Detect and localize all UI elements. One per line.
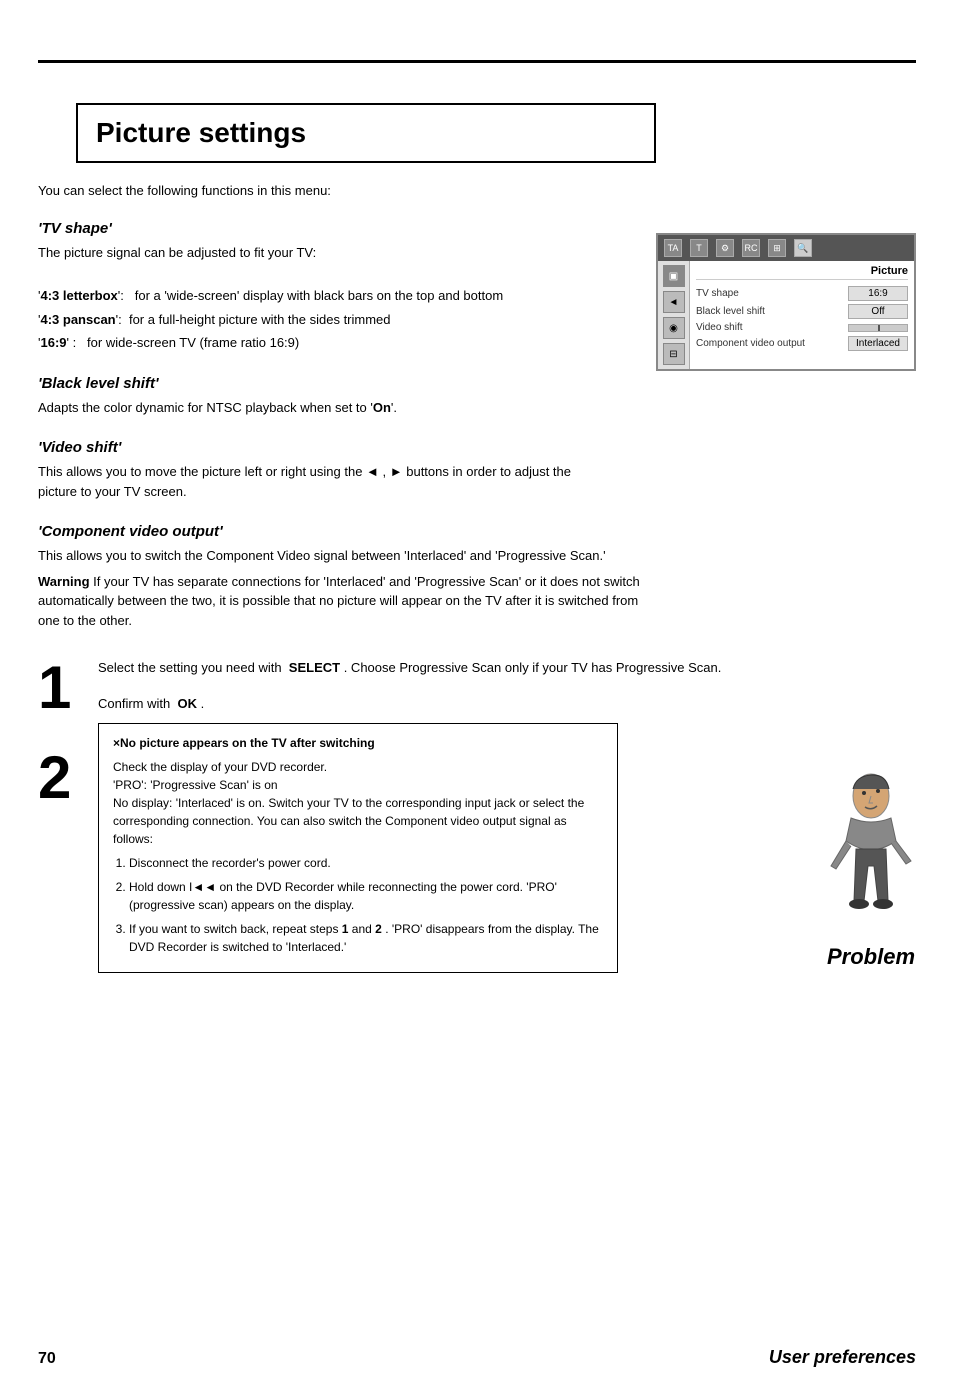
menu-row-tv-shape-label: TV shape (696, 288, 739, 299)
warning-line-1: Check the display of your DVD recorder. (113, 758, 603, 776)
steps-area: 1 2 Select the setting you need with SEL… (38, 658, 916, 989)
step-number-1: 1 (38, 658, 98, 718)
section-video-shift: 'Video shift' This allows you to move th… (38, 439, 916, 501)
warning-item-1: Disconnect the recorder's power cord. (129, 854, 603, 872)
section-component-body: This allows you to switch the Component … (38, 546, 658, 630)
section-component-video: 'Component video output' This allows you… (38, 523, 916, 630)
page-title: Picture settings (96, 117, 636, 149)
menu-row-video-shift-slider (848, 324, 908, 332)
menu-left-icon-1: ▣ (663, 265, 685, 287)
menu-left-icon-3: ◉ (663, 317, 685, 339)
menu-row-black-level: Black level shift Off (696, 304, 908, 319)
menu-icon-1: TA (664, 239, 682, 257)
page-number: 70 (38, 1350, 56, 1368)
menu-icon-2: T (690, 239, 708, 257)
warning-item-2: Hold down I◄◄ on the DVD Recorder while … (129, 878, 603, 914)
menu-row-tv-shape-value: 16:9 (848, 286, 908, 301)
problem-label: Problem (816, 940, 926, 973)
person-illustration: Problem (816, 771, 926, 974)
section-black-level-body: Adapts the color dynamic for NTSC playba… (38, 398, 608, 418)
warning-line-3: No display: 'Interlaced' is on. Switch y… (113, 794, 603, 848)
intro-text: You can select the following functions i… (38, 183, 916, 198)
tv-shape-line-1: The picture signal can be adjusted to fi… (38, 243, 608, 263)
component-line-1: This allows you to switch the Component … (38, 546, 658, 566)
section-component-title: 'Component video output' (38, 523, 916, 540)
section-video-shift-title: 'Video shift' (38, 439, 916, 456)
section-black-level: 'Black level shift' Adapts the color dyn… (38, 375, 916, 418)
menu-row-black-level-label: Black level shift (696, 306, 765, 317)
footer: 70 User preferences (38, 1347, 916, 1368)
menu-icon-6: 🔍 (794, 239, 812, 257)
black-level-line-1: Adapts the color dynamic for NTSC playba… (38, 398, 608, 418)
step-1-text: Select the setting you need with SELECT … (98, 658, 916, 678)
tv-shape-line-4: '16:9' : for wide-screen TV (frame ratio… (38, 333, 608, 353)
step-2-text: Confirm with OK . ×No picture appears on… (98, 694, 916, 974)
content-area: TA T ⚙ RC ⊞ 🔍 ▣ ◄ ◉ ⊟ Picture TV s (38, 183, 916, 989)
title-box: Picture settings (76, 103, 656, 163)
section-video-shift-body: This allows you to move the picture left… (38, 462, 608, 501)
menu-panel: TA T ⚙ RC ⊞ 🔍 ▣ ◄ ◉ ⊟ Picture TV s (656, 233, 916, 371)
section-black-level-title: 'Black level shift' (38, 375, 916, 392)
menu-icon-5: ⊞ (768, 239, 786, 257)
menu-left-icon-4: ⊟ (663, 343, 685, 365)
section-label: User preferences (769, 1347, 916, 1368)
tv-shape-line-2: '4:3 letterbox': for a 'wide-screen' dis… (38, 286, 608, 306)
section-tv-shape-body: The picture signal can be adjusted to fi… (38, 243, 608, 353)
warning-area: ×No picture appears on the TV after swit… (98, 723, 916, 973)
warning-box-title: ×No picture appears on the TV after swit… (113, 734, 603, 752)
menu-row-video-shift: Video shift (696, 322, 908, 333)
page: Picture settings TA T ⚙ RC ⊞ 🔍 ▣ ◄ ◉ ⊟ (0, 60, 954, 1398)
top-rule (38, 60, 916, 63)
menu-left-icon-2: ◄ (663, 291, 685, 313)
menu-header: TA T ⚙ RC ⊞ 🔍 (658, 235, 914, 261)
step-number-2: 2 (38, 748, 98, 808)
warning-box: ×No picture appears on the TV after swit… (98, 723, 618, 973)
menu-row-component-label: Component video output (696, 338, 805, 349)
menu-icon-3: ⚙ (716, 239, 734, 257)
menu-row-component: Component video output Interlaced (696, 336, 908, 351)
menu-row-black-level-value: Off (848, 304, 908, 319)
step-numbers-col: 1 2 (38, 658, 98, 989)
menu-row-tv-shape: TV shape 16:9 (696, 286, 908, 301)
menu-right-col: Picture TV shape 16:9 Black level shift … (690, 261, 914, 369)
video-shift-line-1: This allows you to move the picture left… (38, 462, 608, 501)
menu-sidebar: ▣ ◄ ◉ ⊟ Picture TV shape 16:9 Black leve… (658, 261, 914, 369)
menu-panel-title: Picture (696, 265, 908, 280)
warning-item-3: If you want to switch back, repeat steps… (129, 920, 603, 956)
warning-list: Disconnect the recorder's power cord. Ho… (129, 854, 603, 956)
menu-row-video-shift-label: Video shift (696, 322, 743, 333)
steps-text-col: Select the setting you need with SELECT … (98, 658, 916, 989)
menu-left-col: ▣ ◄ ◉ ⊟ (658, 261, 690, 369)
tv-shape-line-3: '4:3 panscan': for a full-height picture… (38, 310, 608, 330)
menu-row-component-value: Interlaced (848, 336, 908, 351)
component-line-2: Warning If your TV has separate connecti… (38, 572, 658, 631)
warning-line-2: 'PRO': 'Progressive Scan' is on (113, 776, 603, 794)
menu-icon-4: RC (742, 239, 760, 257)
